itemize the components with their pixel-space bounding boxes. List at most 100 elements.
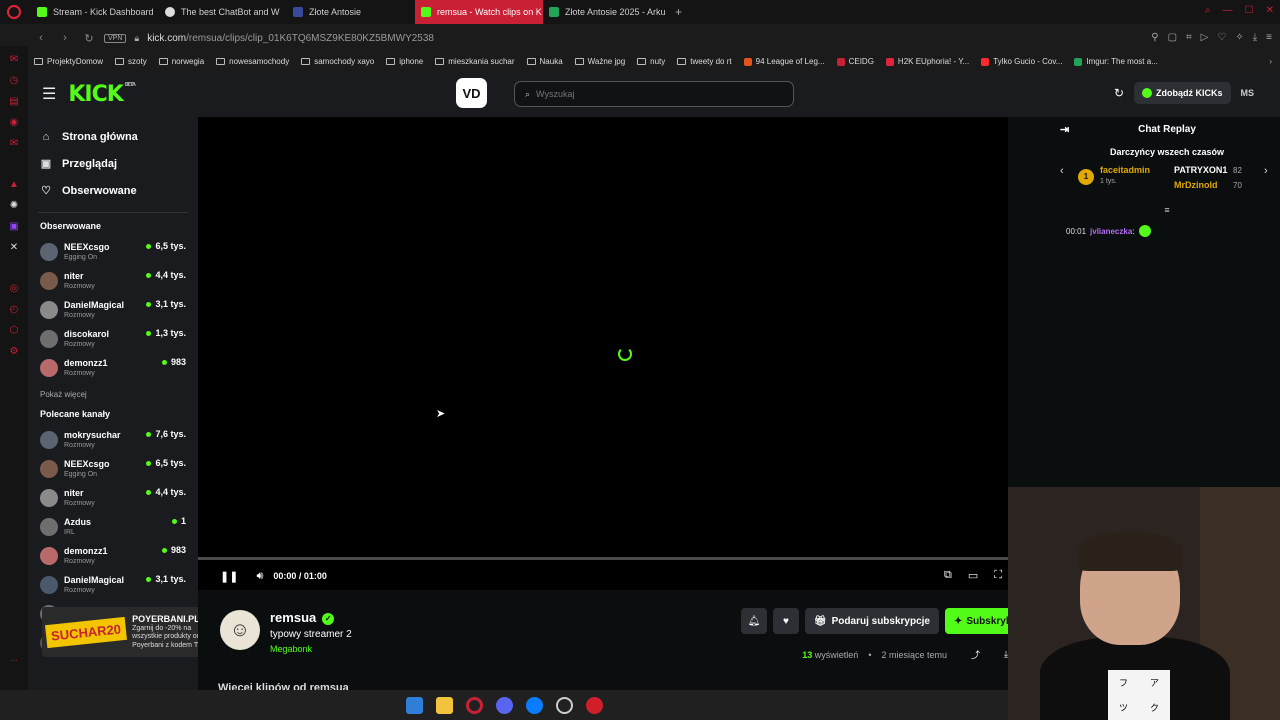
share-icon[interactable]: ⤴ (971, 648, 980, 661)
vpn-badge[interactable]: VPN (104, 33, 127, 43)
notification-bell-icon[interactable]: 🔔︎ (740, 608, 767, 634)
show-more-link[interactable]: Pokaż więcej (28, 390, 198, 399)
aria-icon[interactable]: ◉ (10, 117, 19, 128)
channel-item[interactable]: niter Rozmowy 4,4 tys. (28, 483, 198, 512)
x-icon[interactable]: ✕ (10, 242, 18, 253)
gifter-name[interactable]: MrDzinold (1174, 180, 1218, 190)
settings-icon[interactable]: ◎ (10, 283, 19, 294)
app-taskbar-icon[interactable] (585, 696, 603, 714)
pin-icon[interactable]: ⚲ (1151, 32, 1158, 43)
nav-browse[interactable]: ▣ Przeglądaj (28, 150, 198, 177)
channel-item[interactable]: mokrysuchar Rozmowy 7,6 tys. (28, 425, 198, 454)
clock-icon[interactable]: ◴ (10, 304, 19, 315)
clip-category[interactable]: Megabonk (270, 644, 312, 654)
get-kicks-button[interactable]: Zdobądź KICKs (1134, 82, 1231, 104)
bookmark-item[interactable]: Tylko Gucio - Cov... (981, 57, 1062, 66)
search-bar[interactable]: ⌕ (514, 81, 794, 107)
easy-setup-icon[interactable]: ≡ (1266, 32, 1272, 43)
bookmark-item[interactable]: iphone (386, 57, 423, 66)
chevron-right-icon[interactable]: › (1264, 165, 1268, 177)
lock-icon[interactable]: 🔒︎ (134, 33, 139, 44)
reload-icon[interactable]: ↻ (82, 32, 96, 45)
kick-logo[interactable]: KICK BETA (68, 82, 136, 107)
tab-1[interactable]: The best ChatBot and W (159, 0, 287, 24)
bookmark-item[interactable]: ProjektyDomow (34, 57, 103, 66)
follow-heart-icon[interactable]: ♥ (772, 608, 799, 634)
collapse-chat-icon[interactable]: ⇥ (1060, 123, 1069, 136)
fullscreen-icon[interactable]: ⛶ (994, 569, 1002, 582)
top-gifter-name[interactable]: faceitadmin (1100, 165, 1150, 175)
forward-icon[interactable]: › (58, 32, 72, 44)
file-explorer-icon[interactable] (435, 696, 453, 714)
play-icon[interactable]: ▷ (1201, 32, 1209, 43)
snapshot-icon[interactable]: ▢ (1168, 32, 1177, 43)
hamburger-menu-icon[interactable]: ☰ (42, 84, 56, 104)
windows-start-icon[interactable] (405, 696, 423, 714)
nav-home[interactable]: ⌂ Strona główna (28, 123, 198, 150)
cube-icon[interactable]: ⬡ (10, 325, 19, 336)
channel-item[interactable]: demonzz1 Rozmowy 983 (28, 353, 198, 382)
history-icon[interactable]: ◷ (10, 75, 19, 86)
bookmark-item[interactable]: mieszkania suchar (435, 57, 515, 66)
nav-following[interactable]: ♡ Obserwowane (28, 177, 198, 204)
channel-item[interactable]: DanielMagical Rozmowy 3,1 tys. (28, 295, 198, 324)
tab-2[interactable]: Złote Antosie (287, 0, 415, 24)
vd-extension-logo[interactable]: VD (456, 78, 487, 108)
maximize-icon[interactable]: ☐ (1245, 5, 1254, 16)
bookmark-item[interactable]: Nauka (526, 57, 563, 66)
expand-leaderboard-icon[interactable]: ≡ (1054, 205, 1280, 215)
wallet-icon[interactable]: ▤ (9, 96, 18, 107)
streamer-avatar[interactable]: ☺ (220, 610, 260, 650)
bookmark-item[interactable]: Ważne jpg (574, 57, 625, 66)
channel-item[interactable]: NEEXcsgo Egging On 6,5 tys. (28, 237, 198, 266)
bookmark-item[interactable]: H2K EUphoria! - Y... (885, 57, 969, 66)
refresh-icon[interactable]: ↻ (1114, 86, 1124, 100)
tab-4[interactable]: Złote Antosie 2025 - Arku (543, 0, 671, 24)
bookmark-item[interactable]: samochody xayo (301, 57, 374, 66)
new-tab-icon[interactable]: + (675, 5, 682, 19)
bookmark-item[interactable]: 94 League of Leg... (743, 57, 825, 66)
theater-mode-icon[interactable]: ▭ (968, 569, 978, 582)
opera-taskbar-icon[interactable] (465, 696, 483, 714)
bookmark-item[interactable]: tweety do rt (677, 57, 732, 66)
channel-item[interactable]: demonzz1 Rozmowy 983 (28, 541, 198, 570)
gift-subs-button[interactable]: 🎁︎ Podaruj subskrypcje (804, 608, 939, 634)
mail-icon[interactable]: ✉ (10, 138, 18, 149)
bookmark-item[interactable]: Imgur: The most a... (1074, 57, 1158, 66)
streamer-name[interactable]: remsua (270, 610, 316, 625)
kick-sidebar-icon[interactable]: ▲ (9, 179, 19, 190)
messenger-icon[interactable]: ✉ (10, 54, 18, 65)
messenger-taskbar-icon[interactable] (525, 696, 543, 714)
search-input[interactable] (536, 89, 757, 99)
gifter-name[interactable]: PATRYXON1 (1174, 165, 1227, 175)
search-tabs-icon[interactable]: ⌕ (1205, 5, 1211, 16)
channel-item[interactable]: DanielMagical Rozmowy 3,1 tys. (28, 570, 198, 599)
discord-icon[interactable] (495, 696, 513, 714)
promo-banner[interactable]: SUCHAR20 POYERBANI.PL Zgarnij do -20% na … (42, 607, 198, 657)
channel-item[interactable]: discokarol Rozmowy 1,3 tys. (28, 324, 198, 353)
volume-icon[interactable]: 🔊︎ (256, 570, 263, 583)
subscribe-button[interactable]: ✦Subskrybuj (945, 608, 1008, 634)
opera-logo-icon[interactable] (7, 5, 21, 19)
chevron-left-icon[interactable]: ‹ (1060, 165, 1064, 177)
download-icon[interactable]: ⤓ (1253, 32, 1257, 43)
chat-username[interactable]: jvlianeczka (1090, 227, 1132, 236)
bookmark-item[interactable]: CEIDG (836, 57, 874, 66)
bookmark-item[interactable]: nowesamochody (216, 57, 289, 66)
video-player[interactable]: ➤ ❚❚ 🔊︎ 00:00 / 01:00 ⧉ ▭ ⛶ (198, 117, 1008, 590)
back-icon[interactable]: ‹ (34, 32, 48, 44)
bookmark-item[interactable]: nuty (637, 57, 665, 66)
bookmark-item[interactable]: szoty (115, 57, 147, 66)
bookmarks-overflow-icon[interactable]: › (1269, 57, 1272, 66)
bookmark-item[interactable]: norwegia (158, 57, 204, 66)
camera-icon[interactable]: ⌗ (1186, 32, 1192, 43)
url-field[interactable]: kick.com/remsua/clips/clip_01K6TQ6MSZ9KE… (147, 33, 434, 44)
close-icon[interactable]: ✕ (1266, 5, 1274, 16)
channel-item[interactable]: NEEXcsgo Egging On 6,5 tys. (28, 454, 198, 483)
user-avatar[interactable]: MS (1241, 88, 1255, 98)
more-icon[interactable]: ⋯ (11, 657, 18, 665)
tab-0[interactable]: Stream - Kick Dashboard (31, 0, 159, 24)
twitch-icon[interactable]: ▣ (9, 221, 18, 232)
heart-icon[interactable]: ♡ (1217, 32, 1226, 43)
tab-3-active[interactable]: remsua - Watch clips on K (415, 0, 543, 24)
